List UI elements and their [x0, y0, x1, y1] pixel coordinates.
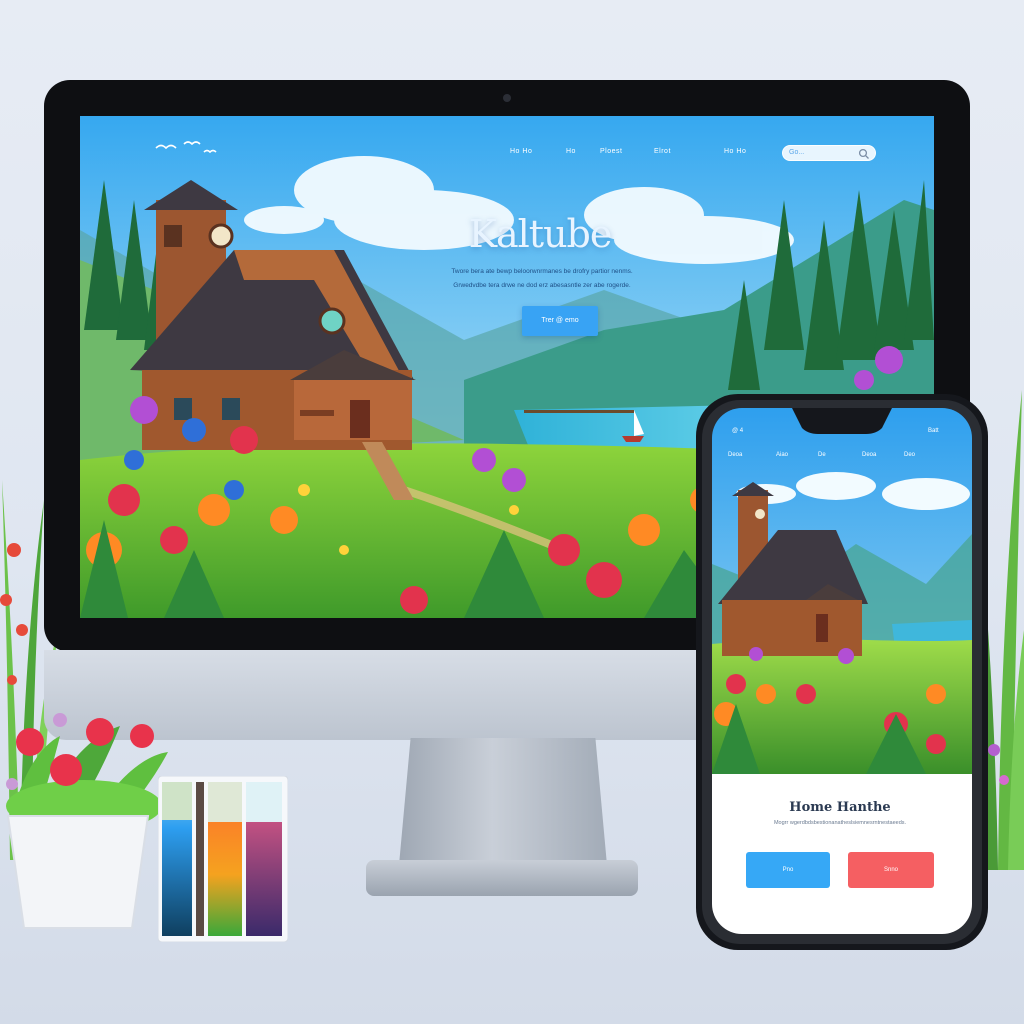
mobile-phone — [696, 394, 988, 950]
clock-icon — [208, 223, 234, 249]
phone-nav-item-1[interactable]: Deoa — [728, 452, 742, 458]
phone-nav-item-3[interactable]: De — [818, 452, 826, 458]
webcam-icon — [503, 94, 511, 102]
phone-nav-item-2[interactable]: Aiao — [776, 452, 788, 458]
nav-link-about[interactable]: Ho — [566, 148, 576, 160]
nav-link-home[interactable]: Ho Ho — [510, 148, 532, 160]
phone-nav-item-5[interactable]: Deo — [904, 452, 915, 458]
search-input[interactable]: Go... — [782, 145, 876, 161]
phone-secondary-button[interactable]: Snno — [848, 852, 934, 888]
phone-status-right: Batt — [928, 428, 939, 434]
search-icon[interactable] — [858, 148, 870, 160]
phone-primary-button[interactable]: Pno — [746, 852, 830, 888]
hero-cta-button[interactable]: Trer @ emo — [522, 306, 598, 336]
phone-card-text: Mogrr wgerdbdsbestionanatheslsiemnesrntn… — [773, 820, 907, 826]
hero-subtitle-line-1: Twore bera ate bewp beloorwnrmanes be dr… — [451, 268, 633, 275]
potted-plant — [6, 713, 168, 929]
monitor-stand — [398, 738, 608, 876]
nav-link-contact[interactable]: Ho Ho — [724, 148, 746, 160]
nav-link-explore[interactable]: Ploest — [600, 148, 622, 160]
phone-nav-item-4[interactable]: Deoa — [862, 452, 876, 458]
monitor-stand-base — [366, 860, 638, 896]
hero-title: Kaltube — [468, 212, 613, 256]
hero-subtitle-line-2: Grwedvdbe tera drwe ne dod erz abesasntl… — [453, 282, 631, 289]
phone-status-left: @ 4 — [732, 428, 744, 434]
search-placeholder: Go... — [789, 149, 805, 156]
phone-card-title: Home Hanthe — [789, 800, 891, 815]
nav-link-events[interactable]: Elrot — [654, 148, 671, 160]
color-swatch-card — [158, 776, 288, 942]
